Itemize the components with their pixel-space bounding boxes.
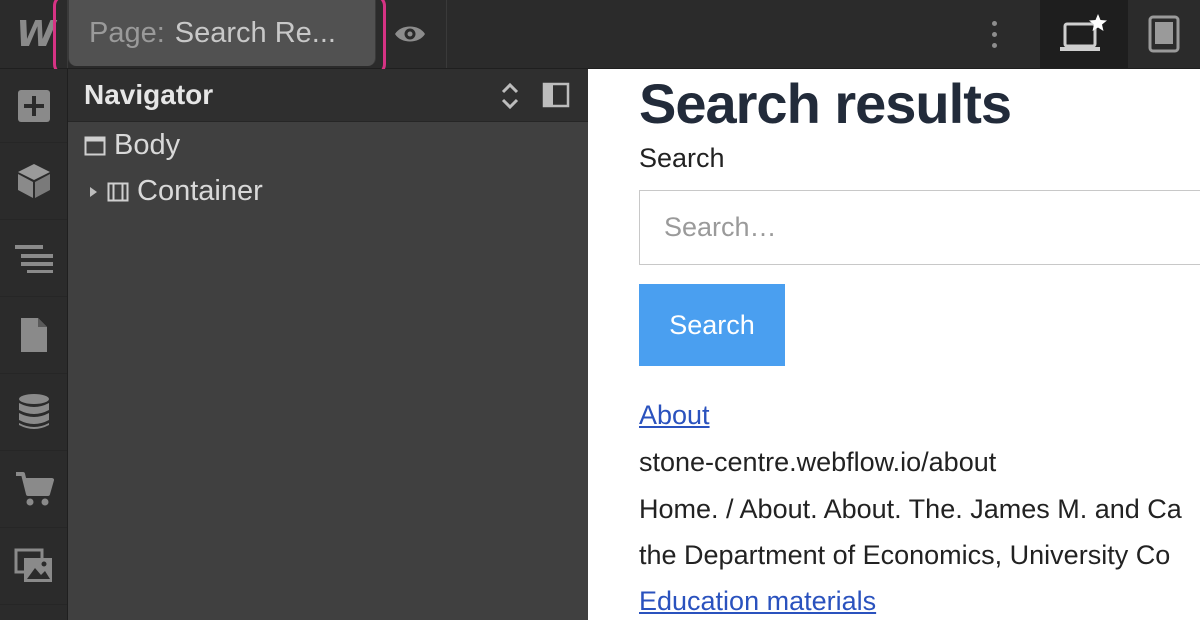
page-prefix-label: Page: [89, 16, 165, 49]
cms-button[interactable] [0, 374, 67, 451]
divider [446, 0, 447, 68]
database-icon [18, 394, 49, 429]
expand-caret-icon[interactable] [90, 186, 97, 197]
page-name-label: Search Re... [174, 16, 336, 49]
result-title-link[interactable]: About [639, 400, 710, 431]
container-icon [107, 182, 129, 202]
result-title-link[interactable]: Education materials [639, 586, 876, 617]
assets-button[interactable] [0, 528, 67, 605]
eye-icon [395, 26, 425, 42]
more-options-button[interactable] [980, 14, 1008, 54]
navigator-panel: Navigator Body Container [68, 69, 588, 620]
result-url: stone-centre.webflow.io/about [639, 447, 997, 477]
tree-item-label: Body [114, 129, 181, 161]
navigator-header: Navigator [68, 69, 588, 122]
cube-icon [17, 164, 50, 198]
navigator-title: Navigator [84, 79, 214, 110]
navigator-icon [14, 245, 53, 273]
assets-icon [14, 548, 52, 582]
tree-item-label: Container [137, 175, 263, 207]
kebab-icon [991, 20, 997, 26]
search-button[interactable]: Search [639, 284, 785, 366]
desktop-star-icon [1060, 14, 1107, 51]
navigator-button[interactable] [0, 220, 67, 297]
body-icon [84, 136, 106, 156]
left-toolbar [0, 69, 68, 620]
tree-item-body[interactable]: Body [84, 129, 180, 162]
tablet-icon [1148, 15, 1180, 53]
add-elements-button[interactable] [0, 69, 67, 143]
expand-collapse-icon[interactable] [498, 81, 522, 111]
result-snippet: Home. / About. About. The. James M. and … [639, 494, 1182, 524]
pages-button[interactable] [0, 297, 67, 374]
preview-button[interactable] [392, 18, 428, 50]
page-selector-button[interactable]: Page: Search Re... [68, 0, 376, 66]
page-heading[interactable]: Search results [639, 71, 1012, 136]
desktop-breakpoint-button[interactable] [1040, 0, 1128, 68]
result-snippet: the Department of Economics, University … [639, 540, 1171, 570]
tree-item-container[interactable]: Container [90, 175, 263, 208]
symbols-button[interactable] [0, 143, 67, 220]
plus-icon [17, 89, 50, 122]
webflow-logo[interactable]: W [0, 0, 68, 68]
dock-panel-icon[interactable] [542, 81, 570, 109]
tablet-breakpoint-button[interactable] [1128, 0, 1200, 68]
design-canvas: Search results Search Search About stone… [588, 69, 1200, 620]
page-icon [20, 318, 47, 352]
cart-icon [15, 472, 54, 506]
top-bar: W Page: Search Re... [0, 0, 1200, 69]
search-label: Search [639, 143, 725, 173]
search-input[interactable] [639, 190, 1200, 265]
ecommerce-button[interactable] [0, 451, 67, 528]
